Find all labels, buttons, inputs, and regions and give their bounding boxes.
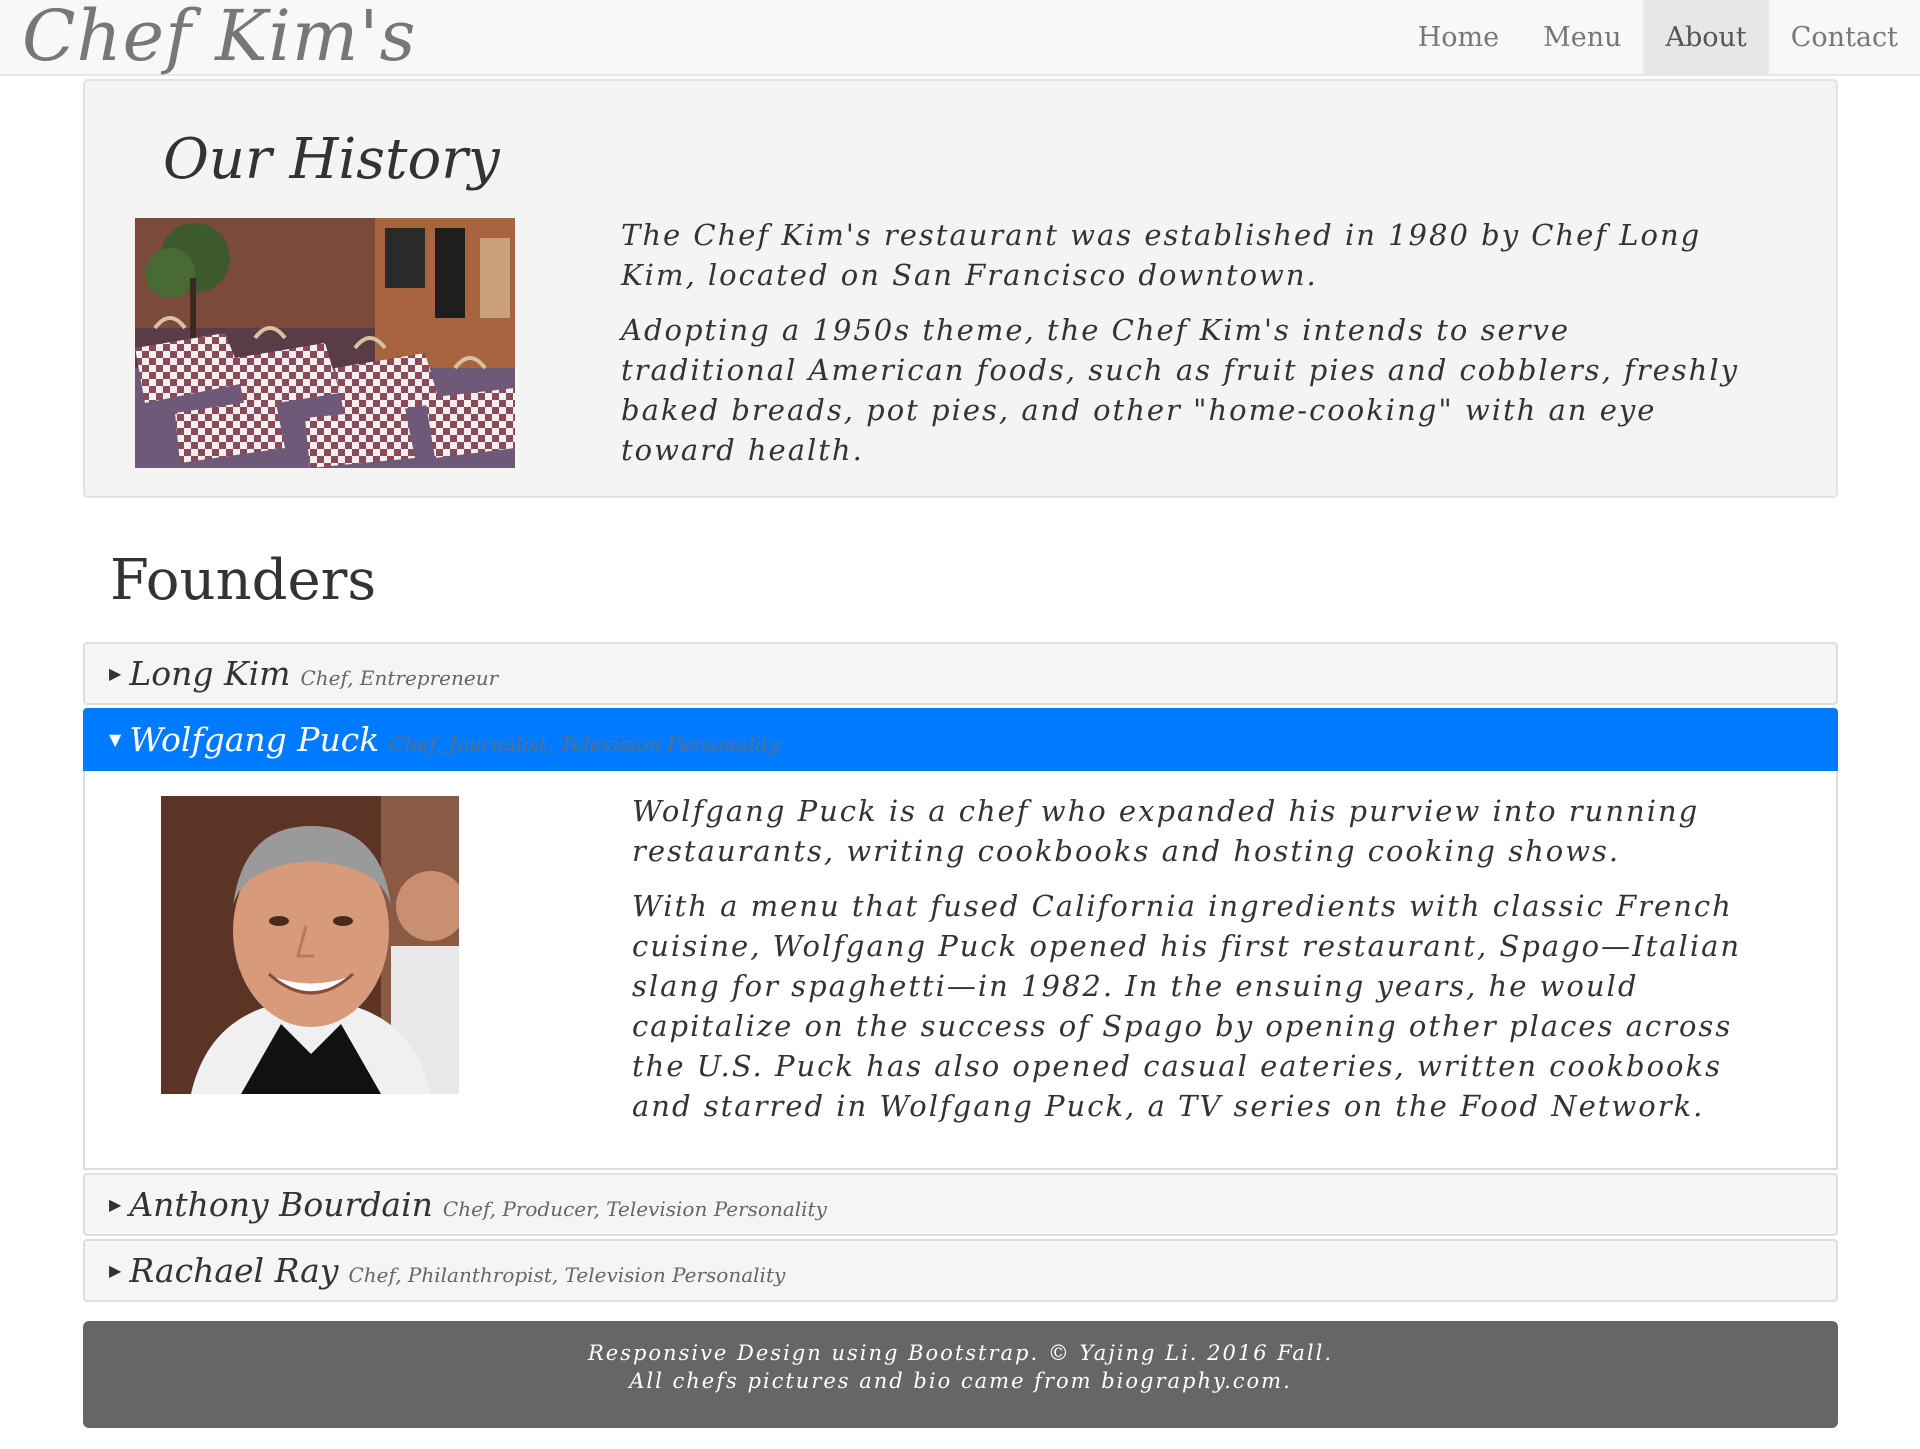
accordion-header-long-kim[interactable]: ▶ Long Kim Chef, Entrepreneur: [83, 642, 1838, 705]
bio-paragraph: Wolfgang Puck is a chef who expanded his…: [632, 794, 1700, 868]
founder-role: Chef, Philanthropist, Television Persona…: [348, 1262, 786, 1287]
restaurant-image: [135, 218, 515, 468]
history-section: Our History The Chef Kim's restaurant wa…: [83, 79, 1838, 498]
founder-bio: Wolfgang Puck is a chef who expanded his…: [632, 791, 1752, 1141]
founders-title: Founders: [110, 548, 377, 613]
caret-right-icon: ▶: [109, 664, 122, 683]
accordion-body-wolfgang-puck: Wolfgang Puck is a chef who expanded his…: [83, 771, 1838, 1170]
nav-item-home[interactable]: Home: [1396, 0, 1521, 76]
bio-paragraph: With a menu that fused California ingred…: [632, 889, 1742, 1123]
navbar: Chef Kim's Home Menu About Contact: [0, 0, 1920, 76]
accordion-header-rachael-ray[interactable]: ▶ Rachael Ray Chef, Philanthropist, Tele…: [83, 1239, 1838, 1302]
footer-line: Responsive Design using Bootstrap. © Yaj…: [587, 1341, 1334, 1365]
history-paragraph: The Chef Kim's restaurant was establishe…: [621, 218, 1702, 292]
founder-role: Chef, Entrepreneur: [300, 665, 499, 690]
footer-line: All chefs pictures and bio came from bio…: [629, 1369, 1292, 1393]
nav-item-about[interactable]: About: [1643, 0, 1769, 76]
history-text: The Chef Kim's restaurant was establishe…: [621, 215, 1751, 485]
brand-logo[interactable]: Chef Kim's: [22, 0, 416, 76]
caret-right-icon: ▶: [109, 1195, 122, 1214]
founder-name: Wolfgang Puck: [129, 720, 380, 759]
founder-role: Chef, Producer, Television Personality: [442, 1196, 827, 1221]
nav-item-menu[interactable]: Menu: [1521, 0, 1643, 76]
nav-menu: Home Menu About Contact: [1396, 0, 1920, 76]
footer: Responsive Design using Bootstrap. © Yaj…: [83, 1321, 1838, 1428]
founder-name: Long Kim: [129, 654, 291, 693]
founder-name: Rachael Ray: [129, 1251, 339, 1290]
caret-right-icon: ▶: [109, 1261, 122, 1280]
accordion-header-wolfgang-puck[interactable]: ▼ Wolfgang Puck Chef, Journalist, Televi…: [83, 708, 1838, 771]
history-paragraph: Adopting a 1950s theme, the Chef Kim's i…: [621, 313, 1739, 467]
history-title: Our History: [163, 127, 500, 192]
founder-name: Anthony Bourdain: [129, 1185, 433, 1224]
wolfgang-puck-photo: [161, 796, 459, 1094]
nav-item-contact[interactable]: Contact: [1769, 0, 1920, 76]
caret-down-icon: ▼: [109, 730, 122, 749]
accordion-header-anthony-bourdain[interactable]: ▶ Anthony Bourdain Chef, Producer, Telev…: [83, 1173, 1838, 1236]
founder-role: Chef, Journalist, Television Personality: [389, 731, 781, 756]
